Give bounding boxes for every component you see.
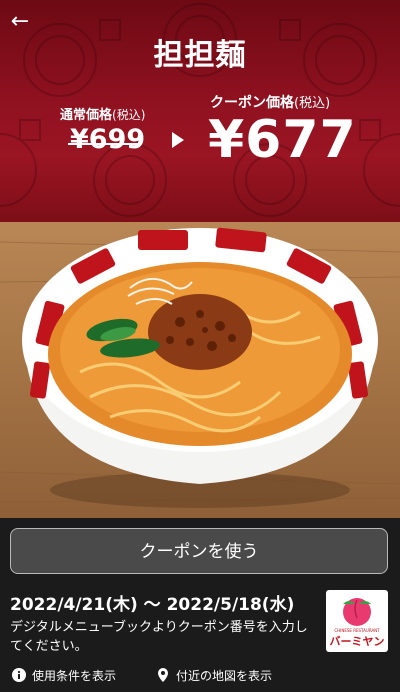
coupon-header: ← 担担麺 通常価格(税込) ¥699 クーポン価格(税込) ¥677: [0, 0, 400, 222]
map-pin-icon: [158, 668, 168, 682]
bamiyan-logo: CHINESE RESTAURANT バーミヤン: [326, 590, 388, 652]
terms-link-label: 使用条件を表示: [32, 669, 117, 683]
coupon-label-text: クーポン価格: [210, 95, 294, 111]
regular-tax-note: (税込): [112, 108, 146, 122]
map-link-label: 付近の地図を表示: [176, 669, 273, 683]
regular-price: ¥699: [70, 124, 146, 155]
map-link[interactable]: 付近の地図を表示: [156, 667, 272, 684]
regular-price-label: 通常価格(税込): [60, 104, 145, 123]
info-icon: [12, 668, 26, 682]
terms-link[interactable]: 使用条件を表示: [12, 667, 116, 684]
coupon-price: ¥677: [208, 110, 357, 170]
coupon-tax-note: (税込): [294, 96, 331, 111]
coupon-price-label: クーポン価格(税込): [210, 92, 330, 112]
strikethrough-line: [68, 143, 140, 145]
use-coupon-button[interactable]: クーポンを使う: [10, 528, 388, 574]
logo-brand-text: バーミヤン: [330, 635, 385, 648]
logo-small-text: CHINESE RESTAURANT: [334, 628, 380, 633]
dish-illustration: [0, 227, 400, 508]
regular-label-text: 通常価格: [60, 108, 113, 123]
peach-logo-icon: CHINESE RESTAURANT バーミヤン: [330, 598, 385, 648]
coupon-panel: クーポンを使う 2022/4/21(木) ～ 2022/5/18(水) デジタル…: [0, 518, 400, 692]
dish-photo: [0, 222, 400, 518]
page-title: 担担麺: [153, 38, 247, 73]
price-arrow-icon: [172, 132, 184, 148]
validity-dates: 2022/4/21(木) ～ 2022/5/18(水): [10, 595, 295, 615]
footer-links: 使用条件を表示 付近の地図を表示: [10, 667, 390, 687]
coupon-instructions: デジタルメニューブックよりクーポン番号を入力してください。: [10, 620, 308, 654]
